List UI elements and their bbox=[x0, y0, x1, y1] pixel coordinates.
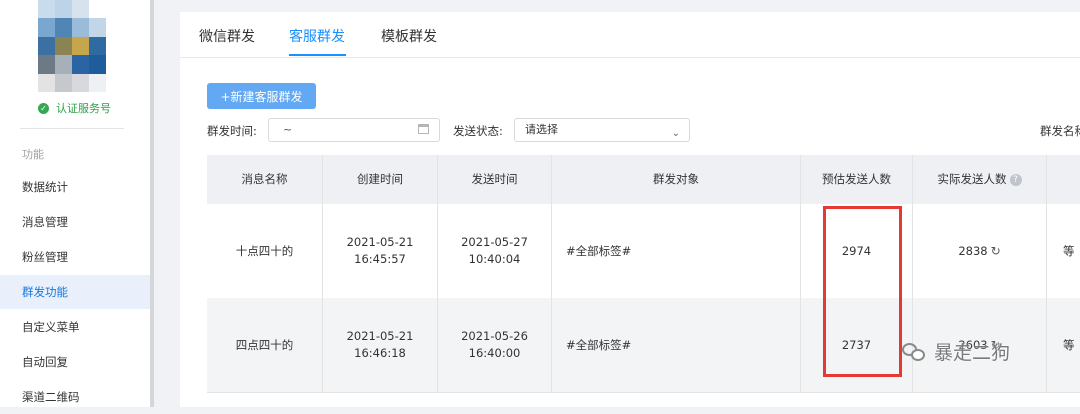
chevron-down-icon: ⌄ bbox=[671, 128, 680, 139]
sent-clock: 16:40:00 bbox=[468, 346, 521, 360]
tab-service-broadcast[interactable]: 客服群发 bbox=[289, 26, 345, 46]
row-status: 等 bbox=[1063, 243, 1075, 258]
header-status bbox=[1047, 155, 1080, 204]
created-date: 2021-05-21 bbox=[346, 235, 414, 249]
tab-wechat-broadcast[interactable]: 微信群发 bbox=[199, 26, 255, 46]
date-range-value: ~ bbox=[283, 123, 293, 136]
actual-count-value: 2838 bbox=[958, 243, 988, 258]
header-estimated-count: 预估发送人数 bbox=[801, 155, 913, 204]
watermark-text: 暴走二狗 bbox=[934, 342, 1011, 364]
active-tab-indicator bbox=[289, 54, 346, 56]
message-name: 十点四十的 bbox=[207, 204, 323, 298]
sidebar-item-broadcast[interactable]: 群发功能 bbox=[0, 275, 150, 309]
created-clock: 16:46:18 bbox=[354, 346, 406, 360]
sidebar-item-channel-qrcode[interactable]: 渠道二维码 bbox=[0, 380, 150, 414]
header-message-name: 消息名称 bbox=[207, 155, 323, 204]
broadcast-time-range-input[interactable]: ~ bbox=[268, 118, 440, 142]
broadcast-target: #全部标签# bbox=[552, 298, 801, 392]
broadcast-target: #全部标签# bbox=[552, 204, 801, 298]
verified-label: 认证服务号 bbox=[56, 102, 111, 115]
watermark: 暴走二狗 bbox=[902, 338, 1010, 365]
broadcast-time-label: 群发时间: bbox=[207, 124, 257, 138]
sent-date: 2021-05-26 bbox=[461, 329, 528, 343]
sidebar-item-stats[interactable]: 数据统计 bbox=[0, 170, 150, 204]
created-date: 2021-05-21 bbox=[346, 329, 414, 343]
created-time: 2021-05-21 16:46:18 bbox=[323, 298, 438, 392]
table-row: 十点四十的 2021-05-21 16:45:57 2021-05-27 10:40… bbox=[207, 204, 1080, 299]
message-name: 四点四十的 bbox=[207, 298, 323, 392]
new-service-broadcast-button[interactable]: +新建客服群发 bbox=[207, 83, 316, 109]
help-icon[interactable]: ? bbox=[1009, 173, 1022, 186]
refresh-icon[interactable]: ↻ bbox=[991, 243, 1001, 260]
sidebar-section-label: 功能 bbox=[22, 148, 44, 161]
verified-badge: ✓ 认证服务号 bbox=[38, 100, 111, 116]
table-header-row: 消息名称 创建时间 发送时间 群发对象 预估发送人数 实际发送人数 ? bbox=[207, 155, 1080, 205]
header-created-time: 创建时间 bbox=[323, 155, 438, 204]
sent-clock: 10:40:04 bbox=[468, 252, 521, 266]
wechat-icon bbox=[902, 341, 928, 363]
tab-template-broadcast[interactable]: 模板群发 bbox=[381, 26, 437, 46]
sidebar-item-messages[interactable]: 消息管理 bbox=[0, 205, 150, 239]
created-time: 2021-05-21 16:45:57 bbox=[323, 204, 438, 298]
actual-count: 2838 ↻ bbox=[913, 204, 1047, 298]
send-status-select[interactable]: 请选择 ⌄ bbox=[514, 118, 690, 142]
header-actual-count: 实际发送人数 ? bbox=[913, 155, 1047, 204]
sidebar-item-custom-menu[interactable]: 自定义菜单 bbox=[0, 310, 150, 344]
header-actual-count-label: 实际发送人数 bbox=[937, 172, 1007, 186]
sidebar: ✓ 认证服务号 功能 数据统计 消息管理 粉丝管理 群发功能 自定义菜单 自动回… bbox=[0, 0, 150, 407]
check-circle-icon: ✓ bbox=[38, 102, 49, 114]
broadcast-name-label: 群发名称 bbox=[1040, 124, 1080, 138]
sidebar-scrollbar[interactable] bbox=[150, 0, 154, 407]
avatar bbox=[38, 0, 106, 92]
highlight-annotation-box bbox=[823, 206, 902, 377]
calendar-icon bbox=[418, 124, 429, 134]
sent-time: 2021-05-27 10:40:04 bbox=[438, 204, 552, 298]
sent-date: 2021-05-27 bbox=[461, 235, 528, 249]
sent-time: 2021-05-26 16:40:00 bbox=[438, 298, 552, 392]
send-status-value: 请选择 bbox=[525, 123, 558, 136]
created-clock: 16:45:57 bbox=[354, 252, 406, 266]
header-target: 群发对象 bbox=[552, 155, 801, 204]
header-sent-time: 发送时间 bbox=[438, 155, 552, 204]
sidebar-divider bbox=[20, 128, 124, 129]
sidebar-item-fans[interactable]: 粉丝管理 bbox=[0, 240, 150, 274]
sidebar-item-auto-reply[interactable]: 自动回复 bbox=[0, 345, 150, 379]
row-status: 等 bbox=[1063, 337, 1075, 352]
tab-bar: 微信群发 客服群发 模板群发 bbox=[180, 12, 1080, 58]
send-status-label: 发送状态: bbox=[453, 124, 503, 138]
